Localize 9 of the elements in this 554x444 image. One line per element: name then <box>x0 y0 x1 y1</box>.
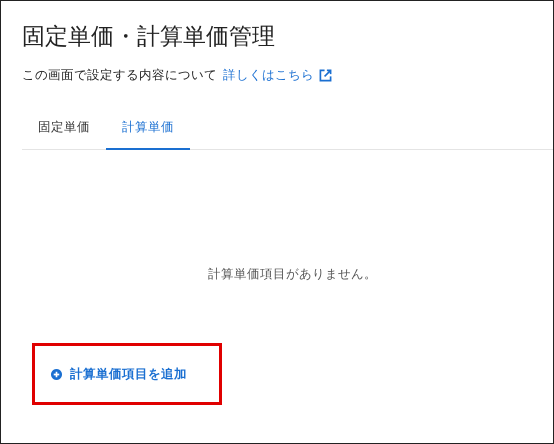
add-item-button[interactable]: 計算単価項目を追加 <box>51 366 187 382</box>
page-title: 固定単価・計算単価管理 <box>22 23 276 52</box>
tab[interactable]: 計算単価 <box>106 119 190 150</box>
external-link-icon <box>319 69 332 82</box>
empty-message: 計算単価項目がありません。 <box>208 266 377 283</box>
description-text: この画面で設定する内容について <box>22 67 217 84</box>
details-link[interactable]: 詳しくはこちら <box>223 67 332 84</box>
tab[interactable]: 固定単価 <box>22 119 106 150</box>
add-circle-icon <box>51 368 62 380</box>
